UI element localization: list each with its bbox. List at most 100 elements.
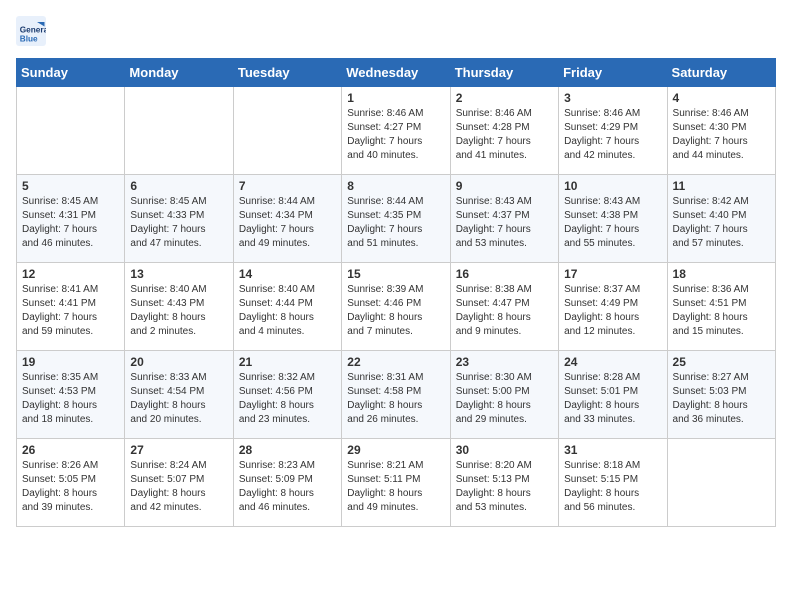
- day-info: Sunrise: 8:39 AM Sunset: 4:46 PM Dayligh…: [347, 283, 444, 339]
- day-number: 31: [564, 443, 661, 457]
- day-info: Sunrise: 8:18 AM Sunset: 5:15 PM Dayligh…: [564, 459, 661, 515]
- day-info: Sunrise: 8:23 AM Sunset: 5:09 PM Dayligh…: [239, 459, 336, 515]
- day-cell: [17, 87, 125, 175]
- day-cell: 14Sunrise: 8:40 AM Sunset: 4:44 PM Dayli…: [233, 263, 341, 351]
- day-number: 20: [130, 355, 227, 369]
- day-number: 8: [347, 179, 444, 193]
- weekday-header-sunday: Sunday: [17, 59, 125, 87]
- day-cell: 13 Sunrise: 8:40 AM Sunset: 4:43 PM Dayli…: [125, 263, 233, 351]
- day-cell: 31 Sunrise: 8:18 AM Sunset: 5:15 PM Dayli…: [559, 439, 667, 527]
- day-number: 13: [130, 267, 227, 281]
- day-number: 14: [239, 267, 336, 281]
- day-number: 26: [22, 443, 119, 457]
- week-row-4: 19Sunrise: 8:35 AM Sunset: 4:53 PM Dayli…: [17, 351, 776, 439]
- day-cell: 25Sunrise: 8:27 AM Sunset: 5:03 PM Dayli…: [667, 351, 775, 439]
- day-number: 12: [22, 267, 119, 281]
- week-row-3: 12Sunrise: 8:41 AM Sunset: 4:41 PM Dayli…: [17, 263, 776, 351]
- day-number: 29: [347, 443, 444, 457]
- day-cell: 15 Sunrise: 8:39 AM Sunset: 4:46 PM Dayli…: [342, 263, 450, 351]
- day-info: Sunrise: 8:45 AM Sunset: 4:31 PM Dayligh…: [22, 195, 119, 251]
- day-number: 17: [564, 267, 661, 281]
- calendar-header: SundayMondayTuesdayWednesdayThursdayFrid…: [17, 59, 776, 87]
- day-cell: 5 Sunrise: 8:45 AM Sunset: 4:31 PM Daylig…: [17, 175, 125, 263]
- calendar-body: 1 Sunrise: 8:46 AM Sunset: 4:27 PM Daylig…: [17, 87, 776, 527]
- day-cell: 12Sunrise: 8:41 AM Sunset: 4:41 PM Dayli…: [17, 263, 125, 351]
- day-number: 4: [673, 91, 770, 105]
- day-cell: 26 Sunrise: 8:26 AM Sunset: 5:05 PM Dayli…: [17, 439, 125, 527]
- day-info: Sunrise: 8:42 AM Sunset: 4:40 PM Dayligh…: [673, 195, 770, 251]
- day-info: Sunrise: 8:45 AM Sunset: 4:33 PM Dayligh…: [130, 195, 227, 251]
- day-number: 7: [239, 179, 336, 193]
- day-number: 23: [456, 355, 553, 369]
- week-row-2: 5 Sunrise: 8:45 AM Sunset: 4:31 PM Daylig…: [17, 175, 776, 263]
- day-number: 2: [456, 91, 553, 105]
- day-number: 24: [564, 355, 661, 369]
- day-cell: 7Sunrise: 8:44 AM Sunset: 4:34 PM Daylig…: [233, 175, 341, 263]
- day-cell: [233, 87, 341, 175]
- day-number: 30: [456, 443, 553, 457]
- day-number: 19: [22, 355, 119, 369]
- day-cell: 11Sunrise: 8:42 AM Sunset: 4:40 PM Dayli…: [667, 175, 775, 263]
- day-number: 16: [456, 267, 553, 281]
- day-cell: 18 Sunrise: 8:36 AM Sunset: 4:51 PM Dayli…: [667, 263, 775, 351]
- day-cell: 3 Sunrise: 8:46 AM Sunset: 4:29 PM Daylig…: [559, 87, 667, 175]
- weekday-header-friday: Friday: [559, 59, 667, 87]
- day-cell: 30 Sunrise: 8:20 AM Sunset: 5:13 PM Dayli…: [450, 439, 558, 527]
- day-info: Sunrise: 8:46 AM Sunset: 4:28 PM Dayligh…: [456, 107, 553, 163]
- day-info: Sunrise: 8:32 AM Sunset: 4:56 PM Dayligh…: [239, 371, 336, 427]
- day-info: Sunrise: 8:33 AM Sunset: 4:54 PM Dayligh…: [130, 371, 227, 427]
- day-info: Sunrise: 8:20 AM Sunset: 5:13 PM Dayligh…: [456, 459, 553, 515]
- day-cell: 17 Sunrise: 8:37 AM Sunset: 4:49 PM Dayli…: [559, 263, 667, 351]
- svg-text:General: General: [20, 26, 46, 35]
- day-info: Sunrise: 8:36 AM Sunset: 4:51 PM Dayligh…: [673, 283, 770, 339]
- day-cell: 4 Sunrise: 8:46 AM Sunset: 4:30 PM Daylig…: [667, 87, 775, 175]
- day-cell: 24 Sunrise: 8:28 AM Sunset: 5:01 PM Dayli…: [559, 351, 667, 439]
- logo: General Blue: [16, 16, 50, 46]
- day-number: 1: [347, 91, 444, 105]
- calendar-table: SundayMondayTuesdayWednesdayThursdayFrid…: [16, 58, 776, 527]
- day-info: Sunrise: 8:44 AM Sunset: 4:35 PM Dayligh…: [347, 195, 444, 251]
- weekday-header-monday: Monday: [125, 59, 233, 87]
- day-number: 27: [130, 443, 227, 457]
- day-number: 9: [456, 179, 553, 193]
- day-number: 18: [673, 267, 770, 281]
- day-info: Sunrise: 8:30 AM Sunset: 5:00 PM Dayligh…: [456, 371, 553, 427]
- day-number: 5: [22, 179, 119, 193]
- day-number: 3: [564, 91, 661, 105]
- day-number: 15: [347, 267, 444, 281]
- weekday-row: SundayMondayTuesdayWednesdayThursdayFrid…: [17, 59, 776, 87]
- day-cell: 22Sunrise: 8:31 AM Sunset: 4:58 PM Dayli…: [342, 351, 450, 439]
- day-cell: 10Sunrise: 8:43 AM Sunset: 4:38 PM Dayli…: [559, 175, 667, 263]
- day-info: Sunrise: 8:40 AM Sunset: 4:43 PM Dayligh…: [130, 283, 227, 339]
- week-row-1: 1 Sunrise: 8:46 AM Sunset: 4:27 PM Daylig…: [17, 87, 776, 175]
- day-cell: 27 Sunrise: 8:24 AM Sunset: 5:07 PM Dayli…: [125, 439, 233, 527]
- day-info: Sunrise: 8:46 AM Sunset: 4:30 PM Dayligh…: [673, 107, 770, 163]
- day-number: 6: [130, 179, 227, 193]
- svg-text:Blue: Blue: [20, 35, 38, 44]
- day-number: 28: [239, 443, 336, 457]
- day-cell: 9 Sunrise: 8:43 AM Sunset: 4:37 PM Daylig…: [450, 175, 558, 263]
- day-info: Sunrise: 8:28 AM Sunset: 5:01 PM Dayligh…: [564, 371, 661, 427]
- day-info: Sunrise: 8:26 AM Sunset: 5:05 PM Dayligh…: [22, 459, 119, 515]
- day-info: Sunrise: 8:46 AM Sunset: 4:27 PM Dayligh…: [347, 107, 444, 163]
- day-info: Sunrise: 8:37 AM Sunset: 4:49 PM Dayligh…: [564, 283, 661, 339]
- day-info: Sunrise: 8:46 AM Sunset: 4:29 PM Dayligh…: [564, 107, 661, 163]
- day-cell: [667, 439, 775, 527]
- day-cell: 6 Sunrise: 8:45 AM Sunset: 4:33 PM Daylig…: [125, 175, 233, 263]
- day-cell: 16Sunrise: 8:38 AM Sunset: 4:47 PM Dayli…: [450, 263, 558, 351]
- day-cell: 21 Sunrise: 8:32 AM Sunset: 4:56 PM Dayli…: [233, 351, 341, 439]
- day-cell: 20 Sunrise: 8:33 AM Sunset: 4:54 PM Dayli…: [125, 351, 233, 439]
- day-info: Sunrise: 8:27 AM Sunset: 5:03 PM Dayligh…: [673, 371, 770, 427]
- day-info: Sunrise: 8:21 AM Sunset: 5:11 PM Dayligh…: [347, 459, 444, 515]
- day-number: 22: [347, 355, 444, 369]
- day-number: 10: [564, 179, 661, 193]
- weekday-header-tuesday: Tuesday: [233, 59, 341, 87]
- day-info: Sunrise: 8:24 AM Sunset: 5:07 PM Dayligh…: [130, 459, 227, 515]
- day-number: 21: [239, 355, 336, 369]
- day-cell: 29 Sunrise: 8:21 AM Sunset: 5:11 PM Dayli…: [342, 439, 450, 527]
- weekday-header-thursday: Thursday: [450, 59, 558, 87]
- week-row-5: 26 Sunrise: 8:26 AM Sunset: 5:05 PM Dayli…: [17, 439, 776, 527]
- day-info: Sunrise: 8:43 AM Sunset: 4:37 PM Dayligh…: [456, 195, 553, 251]
- day-cell: 23 Sunrise: 8:30 AM Sunset: 5:00 PM Dayli…: [450, 351, 558, 439]
- day-cell: 19Sunrise: 8:35 AM Sunset: 4:53 PM Dayli…: [17, 351, 125, 439]
